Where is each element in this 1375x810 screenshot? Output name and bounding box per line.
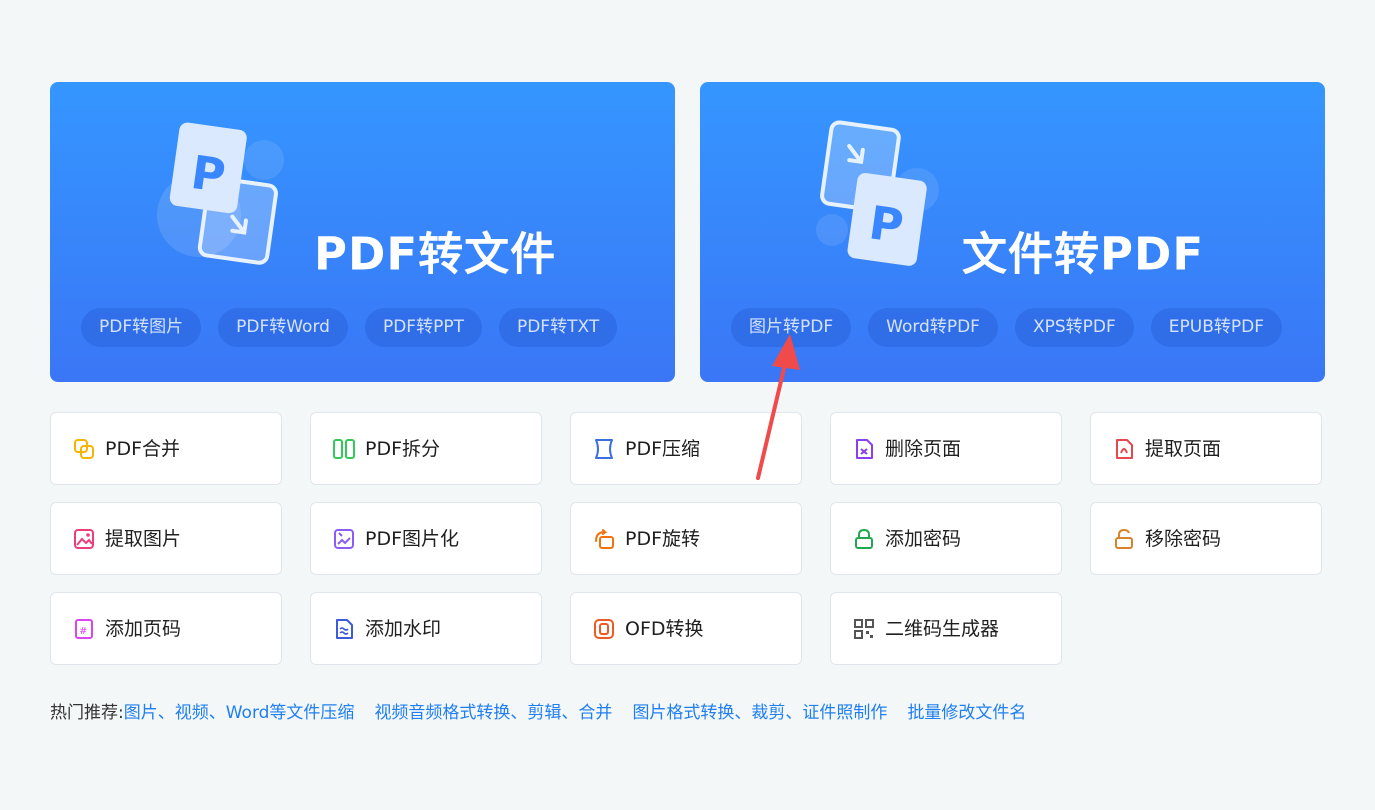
tool-label: 提取图片 (105, 528, 182, 550)
svg-text:#: # (79, 626, 87, 637)
chip-pdf-to-image[interactable]: PDF转图片 (81, 308, 202, 347)
merge-icon (74, 439, 94, 459)
tool-extract-page[interactable]: 提取页面 (1090, 412, 1322, 485)
tool-add-password[interactable]: 添加密码 (830, 502, 1062, 575)
tool-add-page-number[interactable]: # 添加页码 (50, 592, 282, 665)
rotate-icon (595, 529, 614, 549)
tool-label: OFD转换 (625, 618, 704, 640)
hot-link-batch-rename[interactable]: 批量修改文件名 (907, 702, 1026, 724)
chip-image-to-pdf[interactable]: 图片转PDF (731, 308, 852, 347)
pdf-to-file-icon: P (157, 122, 284, 265)
tool-pdf-rotate[interactable]: PDF旋转 (570, 502, 802, 575)
unlock-icon (1115, 528, 1133, 549)
file-to-pdf-icon: P (816, 120, 939, 266)
tool-qr-code-generator[interactable]: 二维码生成器 (830, 592, 1062, 665)
hot-link-image-format[interactable]: 图片格式转换、裁剪、证件照制作 (632, 702, 887, 724)
watermark-icon (336, 619, 353, 639)
page-number-icon: # (75, 619, 93, 639)
tool-pdf-split[interactable]: PDF拆分 (310, 412, 542, 485)
tool-pdf-to-image[interactable]: PDF图片化 (310, 502, 542, 575)
tool-ofd-convert[interactable]: OFD转换 (570, 592, 802, 665)
tool-add-watermark[interactable]: 添加水印 (310, 592, 542, 665)
hot-link-video-audio[interactable]: 视频音频格式转换、剪辑、合并 (374, 702, 612, 724)
chip-epub-to-pdf[interactable]: EPUB转PDF (1150, 308, 1282, 347)
tool-label: PDF合并 (105, 438, 181, 460)
tool-label: PDF旋转 (625, 528, 701, 550)
compress-icon (595, 439, 613, 459)
tool-label: 提取页面 (1145, 438, 1222, 460)
chip-word-to-pdf[interactable]: Word转PDF (868, 308, 998, 347)
tool-label: PDF拆分 (365, 438, 441, 460)
file-to-pdf-card[interactable]: P 文件转PDF 图片转PDF Word转PDF XPS转PDF EPUB转PD… (700, 82, 1325, 382)
tool-extract-image[interactable]: 提取图片 (50, 502, 282, 575)
extract-page-icon (1116, 439, 1133, 459)
tool-label: PDF图片化 (365, 528, 460, 550)
hot-recommendations: 热门推荐: 图片、视频、Word等文件压缩 视频音频格式转换、剪辑、合并 图片格… (50, 702, 1046, 724)
tool-label: PDF压缩 (625, 438, 701, 460)
tool-label: 添加页码 (105, 618, 182, 640)
tool-label: 添加密码 (885, 528, 962, 550)
chip-xps-to-pdf[interactable]: XPS转PDF (1014, 308, 1134, 347)
tool-label: 移除密码 (1145, 528, 1222, 550)
hot-label: 热门推荐: (50, 703, 124, 723)
tool-pdf-compress[interactable]: PDF压缩 (570, 412, 802, 485)
ofd-icon (594, 619, 614, 639)
tool-remove-password[interactable]: 移除密码 (1090, 502, 1322, 575)
delete-page-icon (856, 439, 873, 459)
hero-title: 文件转PDF (962, 227, 1205, 281)
chip-pdf-to-word[interactable]: PDF转Word (218, 308, 348, 347)
hero-title: PDF转文件 (314, 227, 557, 281)
split-icon (333, 439, 355, 459)
chip-pdf-to-ppt[interactable]: PDF转PPT (364, 308, 482, 347)
tool-label: 二维码生成器 (885, 618, 1000, 640)
qr-code-icon (854, 619, 874, 639)
hot-link-compress[interactable]: 图片、视频、Word等文件压缩 (124, 702, 355, 724)
lock-icon (855, 528, 873, 549)
chip-pdf-to-txt[interactable]: PDF转TXT (498, 308, 618, 347)
pdf-to-file-card[interactable]: P PDF转文件 PDF转图片 PDF转Word PDF转PPT PDF转TXT (50, 82, 675, 382)
pdf-to-image-icon (334, 529, 354, 549)
tool-delete-page[interactable]: 删除页面 (830, 412, 1062, 485)
tool-label: 删除页面 (885, 438, 962, 460)
tool-label: 添加水印 (365, 618, 442, 640)
extract-image-icon (74, 529, 94, 549)
tool-pdf-merge[interactable]: PDF合并 (50, 412, 282, 485)
